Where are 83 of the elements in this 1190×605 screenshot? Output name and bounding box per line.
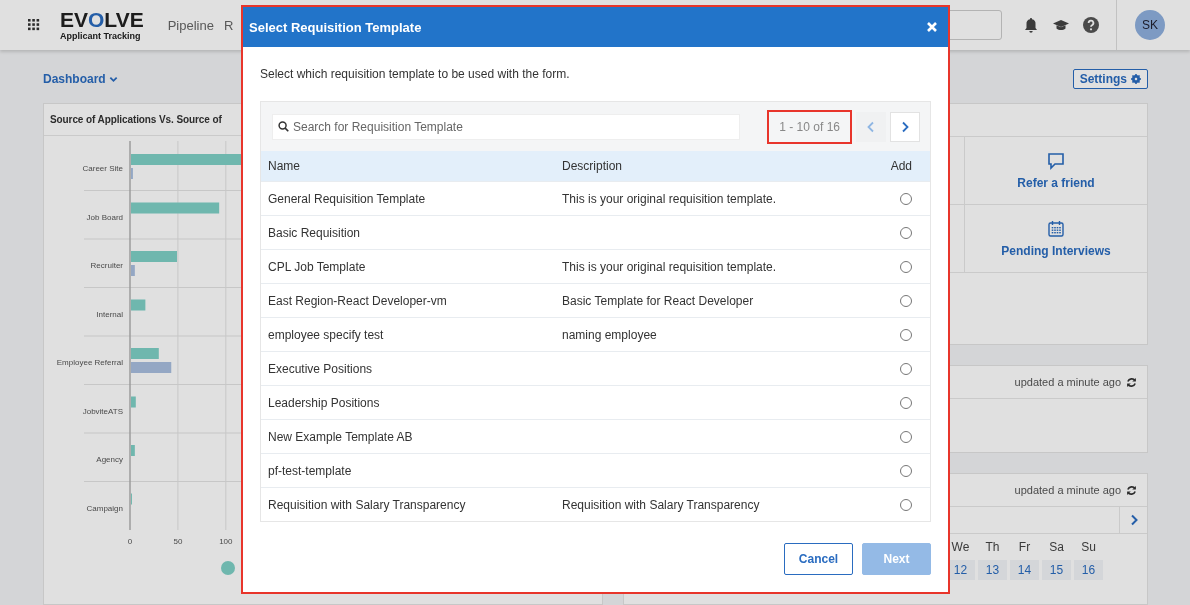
template-name: Executive Positions: [268, 361, 373, 376]
chart-bar: [131, 348, 159, 359]
radio-button[interactable]: [900, 193, 912, 206]
axis-label: Employee Referral: [56, 358, 123, 367]
quick-link[interactable]: Pending Interviews: [965, 205, 1147, 273]
chart-bar: [131, 396, 136, 408]
nav-link[interactable]: R: [223, 17, 234, 33]
radio-button[interactable]: [900, 261, 912, 274]
template-name: Requisition with Salary Transparency: [268, 497, 466, 512]
cancel-button[interactable]: Cancel: [784, 543, 853, 575]
radio-button[interactable]: [900, 363, 912, 376]
chart-bar: [131, 299, 146, 311]
user-avatar[interactable]: SK: [1135, 10, 1165, 40]
weekday-label: Fr: [1018, 540, 1031, 554]
refresh-icon[interactable]: [1126, 376, 1137, 388]
radio-button[interactable]: [900, 295, 912, 308]
template-description: This is your original requisition template.: [562, 191, 777, 206]
weekday-label: Th: [985, 540, 1000, 554]
axis-label: JobviteATS: [82, 406, 123, 416]
search-field[interactable]: Search for Requisition Template: [272, 113, 741, 140]
search-icon: [278, 120, 289, 132]
logo-subtitle: Applicant Tracking: [60, 31, 141, 41]
column-header: Add: [866, 151, 930, 182]
radio-button[interactable]: [900, 465, 912, 478]
calendar-date[interactable]: 13: [978, 560, 1007, 580]
chevron-left-icon: [866, 120, 876, 133]
weekday-label: We: [951, 540, 970, 554]
legend-dot: [221, 561, 235, 575]
chart-bar: [131, 445, 135, 456]
template-name: Basic Requisition: [268, 225, 361, 240]
weekday-label: Sa: [1049, 540, 1064, 554]
refresh-icon[interactable]: [1126, 484, 1137, 496]
template-description: naming employee: [562, 327, 657, 342]
nav-link[interactable]: Pipeline: [167, 17, 214, 33]
radio-button[interactable]: [900, 329, 912, 342]
axis-label: Job Board: [86, 212, 123, 222]
weekday-label: Su: [1081, 540, 1096, 554]
chart-bar: [131, 251, 177, 262]
radio-button[interactable]: [900, 431, 912, 444]
bell-icon[interactable]: [1022, 16, 1040, 34]
calendar-date[interactable]: 15: [1042, 560, 1071, 580]
template-name: employee specify test: [268, 327, 384, 342]
calendar-date[interactable]: 14: [1010, 560, 1039, 580]
quick-link[interactable]: Refer a friend: [965, 137, 1147, 205]
radio-button[interactable]: [900, 397, 912, 410]
gear-icon: [1131, 74, 1141, 84]
calendar-date[interactable]: 16: [1074, 560, 1103, 580]
calendar-icon: [1047, 219, 1065, 238]
template-description: This is your original requisition template.: [562, 259, 777, 274]
tick-label: 100: [219, 537, 233, 546]
page-count: 1 - 10 of 16: [767, 109, 852, 144]
update-status: updated a minute ago: [1014, 484, 1121, 496]
axis-label: Internal: [96, 309, 123, 319]
template-name: East Region-React Developer-vm: [268, 293, 447, 308]
template-description: Requisition with Salary Transparency: [562, 497, 760, 512]
template-name: pf-test-template: [268, 463, 352, 478]
axis-label: Campaign: [86, 503, 123, 513]
tick-label: 0: [127, 537, 133, 546]
radio-button[interactable]: [900, 499, 912, 512]
column-header: Name: [261, 151, 555, 182]
template-name: Leadership Positions: [268, 395, 380, 410]
template-name: New Example Template AB: [268, 429, 413, 444]
column-header: Description: [555, 151, 867, 182]
chevron-right-icon: [900, 120, 910, 133]
chart-bar: [131, 265, 135, 276]
axis-label: Agency: [96, 455, 123, 464]
template-name: CPL Job Template: [268, 259, 366, 274]
chart-bar: [131, 362, 172, 373]
radio-button[interactable]: [900, 227, 912, 240]
template-name: General Requisition Template: [268, 191, 426, 206]
settings-button[interactable]: Settings: [1072, 69, 1148, 89]
axis-label: Recruiter: [90, 261, 123, 270]
help-icon[interactable]: [1082, 16, 1100, 34]
dashboard-menu[interactable]: Dashboard: [43, 72, 118, 86]
dialog-description: Select which requisition template to be used with the form.: [260, 67, 571, 81]
axis-label: Career Site: [82, 164, 123, 173]
template-description: Basic Template for React Developer: [562, 293, 754, 308]
tick-label: 50: [173, 537, 183, 546]
chat-icon: [1047, 151, 1065, 170]
dialog-title: Select Requisition Template: [249, 19, 422, 35]
app-grid-icon[interactable]: [28, 19, 40, 31]
update-status: updated a minute ago: [1014, 376, 1121, 388]
logo-text: EVOLVE: [60, 9, 144, 31]
